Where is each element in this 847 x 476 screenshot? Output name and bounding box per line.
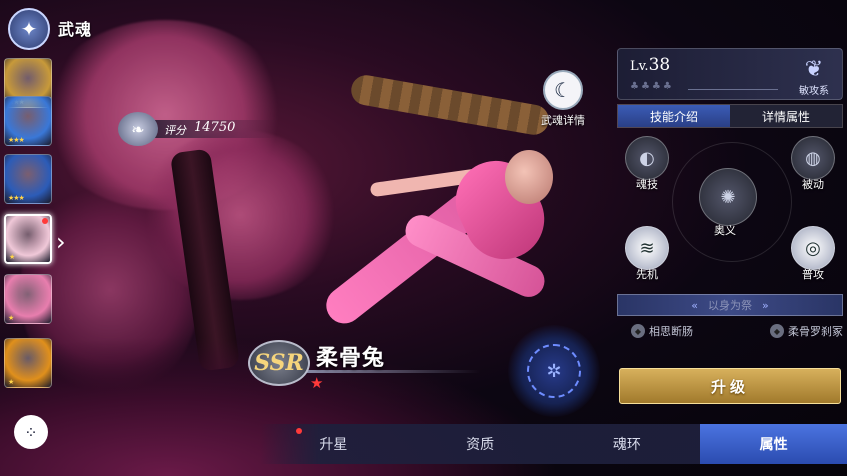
skill-wheel: ◐ 魂技 ◍ 被动 ✺ 奥义 ≋ 先机 ◎ 普攻 — [617, 132, 843, 292]
passive-skill-icon: ◍ — [791, 136, 835, 180]
skill-ultimate[interactable]: ✺ 奥义 — [699, 168, 757, 238]
soul-ring-emblem[interactable]: ✲ — [508, 325, 600, 417]
wing-icon: ❧ — [118, 112, 158, 146]
rarity-badge: SSR — [248, 340, 310, 386]
notification-dot — [296, 428, 302, 434]
card-stars: ★ — [8, 314, 14, 322]
breakthrough-icons: ♣♣♣♣ — [630, 81, 674, 92]
talent-item[interactable]: ◆ 相思断肠 — [631, 322, 693, 340]
flower-icon: ✲ — [527, 344, 581, 398]
ultimate-skill-icon: ✺ — [699, 168, 757, 226]
notification-dot — [42, 218, 48, 224]
roster-card[interactable]: ★★★ — [4, 96, 52, 146]
talent-list: ◆ 相思断肠 ◆ 柔骨罗刹冢 — [631, 322, 843, 340]
spirit-type-label: 敏攻系 — [799, 86, 829, 97]
talent-item[interactable]: ◆ 柔骨罗刹冢 — [770, 322, 843, 340]
skill-normal-attack[interactable]: ◎ 普攻 — [787, 226, 839, 282]
roster-card[interactable]: ★★★ — [4, 154, 52, 204]
page-title: 武魂 — [58, 20, 93, 39]
talent-icon: ◆ — [631, 324, 645, 338]
level-text: Lv.38 — [630, 55, 671, 75]
spirit-emblem-icon: ✦ — [8, 8, 50, 50]
tab-detail-attributes[interactable]: 详情属性 — [730, 105, 842, 127]
rabbit-icon: ☾ — [543, 70, 583, 110]
panel-tabs: 技能介绍 详情属性 — [617, 104, 843, 128]
chevron-right-icon: » — [762, 298, 769, 312]
passive-title: 以身为祭 — [708, 299, 752, 312]
tab-star-up[interactable]: 升星 — [260, 424, 407, 464]
tab-skill-intro[interactable]: 技能介绍 — [618, 105, 730, 127]
score-value: 14750 — [194, 120, 236, 135]
hero-name: 柔骨兔 — [316, 346, 386, 371]
card-stars: ★ — [9, 253, 15, 261]
level-box: Lv.38 ♣♣♣♣ ❦ 敏攻系 — [617, 48, 843, 100]
selection-arrow-icon: › — [56, 228, 66, 256]
spirit-roster[interactable]: ★★★ ★★★ ★★★ ★ ★ ★ — [0, 58, 56, 408]
spirit-detail-button[interactable]: ☾ 武魂详情 — [535, 70, 591, 130]
score-label: 评分 — [164, 124, 186, 137]
normal-attack-icon: ◎ — [791, 226, 835, 270]
skill-soul[interactable]: ◐ 魂技 — [621, 136, 673, 192]
upgrade-button[interactable]: 升级 — [619, 368, 841, 404]
tab-soul-ring[interactable]: 魂环 — [554, 424, 701, 464]
roster-card[interactable]: ★ — [4, 338, 52, 388]
feather-icon: ❦ — [804, 57, 824, 82]
tab-aptitude[interactable]: 资质 — [407, 424, 554, 464]
first-strike-icon: ≋ — [625, 226, 669, 270]
skill-first-strike[interactable]: ≋ 先机 — [621, 226, 673, 282]
info-panel: Lv.38 ♣♣♣♣ ❦ 敏攻系 技能介绍 详情属性 ◐ 魂技 ◍ 被动 ✺ 奥义 ≋… — [617, 48, 843, 408]
tab-attributes[interactable]: 属性 — [700, 424, 847, 464]
menu-grid-button[interactable]: ⁘ — [14, 415, 48, 449]
hero-star-icon: ★ — [310, 374, 324, 392]
talent-icon: ◆ — [770, 324, 784, 338]
roster-card-selected[interactable]: ★ — [4, 214, 52, 264]
roster-card[interactable]: ★ — [4, 274, 52, 324]
score-display: ❧ 评分 14750 — [118, 112, 278, 146]
spirit-type: ❦ 敏攻系 — [792, 57, 836, 97]
spirit-detail-label: 武魂详情 — [541, 114, 585, 127]
skill-passive[interactable]: ◍ 被动 — [787, 136, 839, 192]
bottom-tabs: 升星 资质 魂环 属性 — [260, 424, 847, 464]
card-stars: ★★★ — [8, 136, 25, 144]
card-stars: ★ — [8, 378, 14, 386]
soul-skill-icon: ◐ — [625, 136, 669, 180]
passive-title-bar[interactable]: « 以身为祭 » — [617, 294, 843, 316]
card-stars: ★★★ — [8, 194, 25, 202]
chevron-left-icon: « — [691, 298, 698, 312]
